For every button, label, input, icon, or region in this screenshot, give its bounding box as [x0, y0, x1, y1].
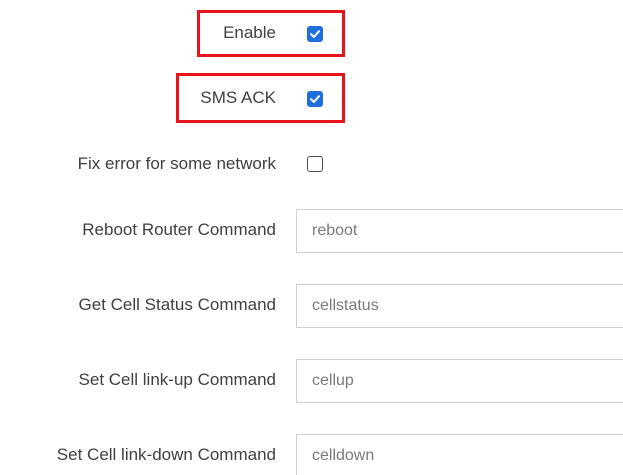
cell-status-command-label: Get Cell Status Command: [78, 295, 276, 314]
link-down-command-label: Set Cell link-down Command: [56, 445, 276, 464]
enable-checkbox[interactable]: [307, 26, 323, 42]
link-up-command-input[interactable]: [296, 359, 623, 403]
reboot-command-label: Reboot Router Command: [82, 220, 276, 239]
link-up-command-label: Set Cell link-up Command: [78, 370, 276, 389]
fix-error-label: Fix error for some network: [77, 154, 276, 173]
enable-label: Enable: [223, 23, 276, 42]
sms-ack-checkbox[interactable]: [307, 91, 323, 107]
link-down-command-input[interactable]: [296, 434, 623, 475]
reboot-command-input[interactable]: [296, 209, 623, 253]
sms-command-settings-form: Enable SMS ACK Fix error for some networ…: [0, 0, 623, 475]
checkmark-icon: [310, 30, 320, 38]
checkmark-icon: [310, 95, 320, 103]
fix-error-checkbox[interactable]: [307, 156, 323, 172]
sms-ack-label: SMS ACK: [200, 88, 276, 107]
cell-status-command-input[interactable]: [296, 284, 623, 328]
